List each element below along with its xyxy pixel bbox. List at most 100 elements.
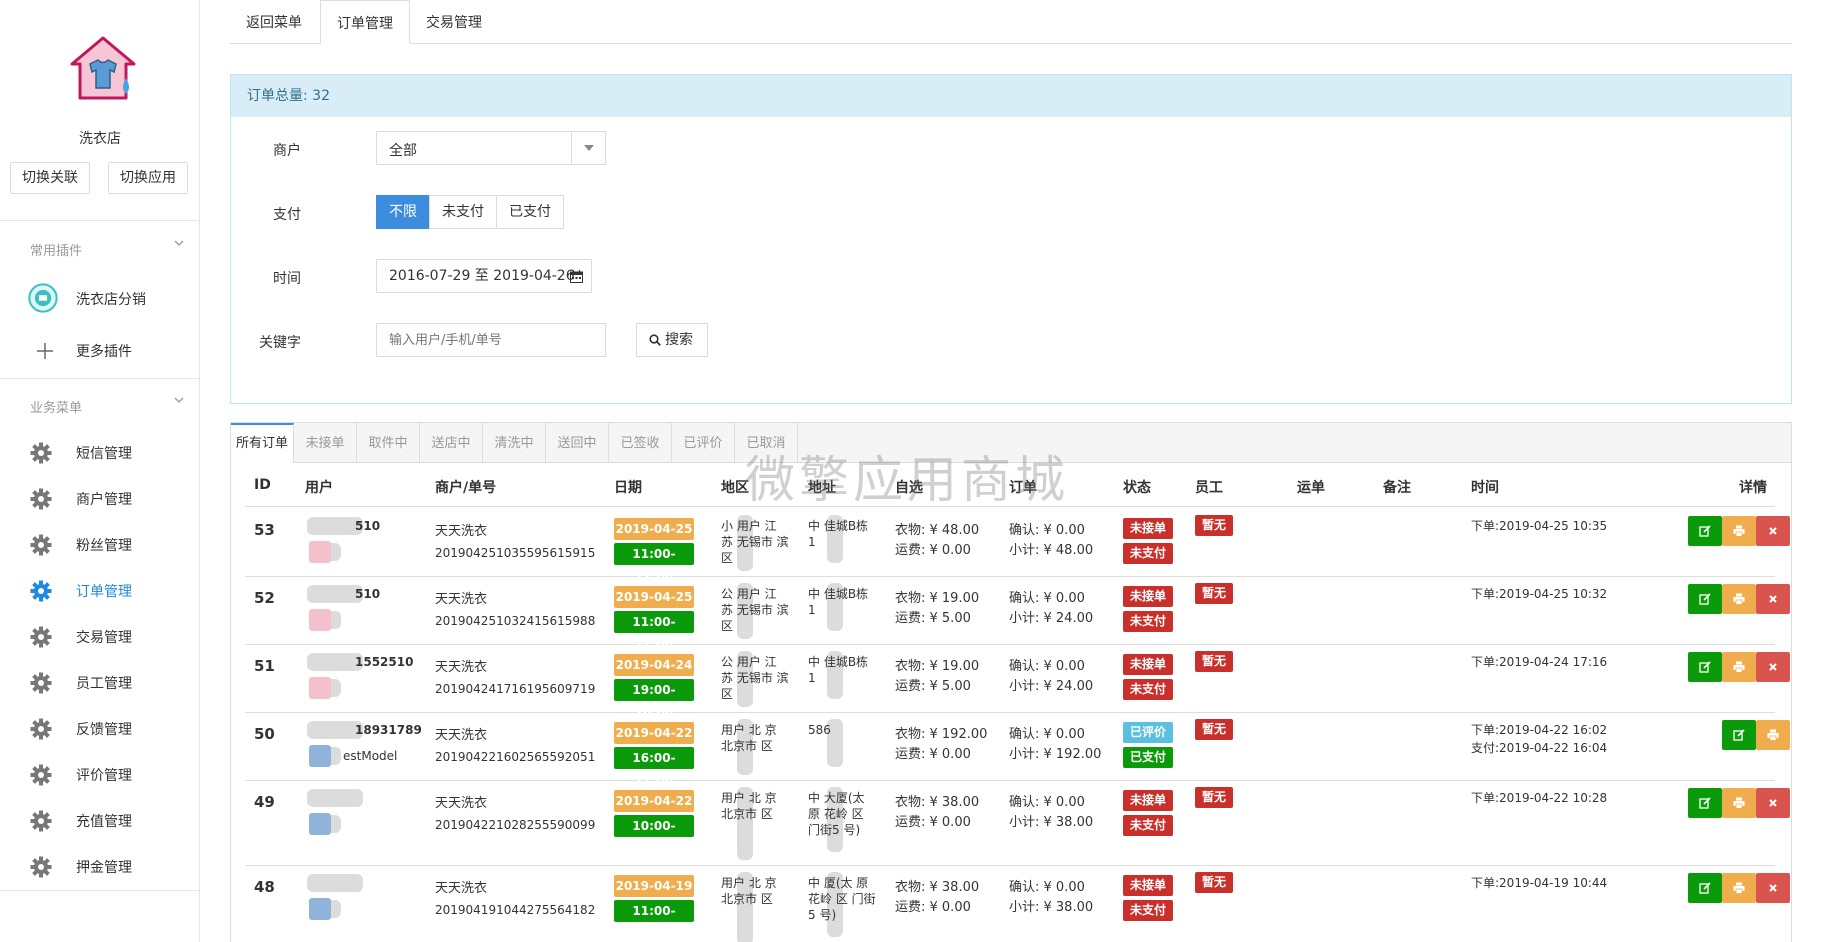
col-merchant: 商户/单号 xyxy=(435,480,497,496)
business-menu-title: 业务菜单 xyxy=(30,401,83,416)
merchant-select[interactable]: 全部 xyxy=(376,131,606,165)
staff-badge: 暂无 xyxy=(1195,515,1233,536)
gear-icon xyxy=(30,626,52,648)
col-remark: 备注 xyxy=(1383,480,1411,496)
date-range-picker[interactable]: 2016-07-29 至 2019-04-26 xyxy=(376,259,592,293)
user-phone: 1552510 xyxy=(355,655,414,669)
time-slot-badge: 16:00-17:00 xyxy=(614,747,694,787)
sidebar-item-3[interactable]: 订单管理 xyxy=(0,570,200,610)
table-row: 48 天天洗衣 201904191044275564182 2019-04-19 11:… xyxy=(245,866,1790,942)
plugin-label: 洗衣店分销 xyxy=(76,292,146,308)
order-region: 公 用户 江 苏 无锡市 滨区 xyxy=(721,587,789,633)
subtotal-amount: 小计: ¥ 24.00 xyxy=(1009,679,1094,694)
order-address: 中 佳城B栋 1 xyxy=(808,519,869,549)
gear-icon xyxy=(30,442,52,464)
order-number: 201904251035595615915 xyxy=(435,546,596,560)
search-button[interactable]: 搜索 xyxy=(636,323,708,357)
order-time: 下单:2019-04-22 16:02 xyxy=(1471,723,1608,737)
keyword-input[interactable] xyxy=(376,323,606,357)
sidebar-item-2[interactable]: 粉丝管理 xyxy=(0,524,200,564)
status-tab-0[interactable]: 所有订单 xyxy=(231,423,294,463)
edit-button[interactable] xyxy=(1688,516,1722,546)
privacy-blur xyxy=(307,874,363,892)
sidebar-item-9[interactable]: 押金管理 xyxy=(0,846,200,886)
merchant-value: 全部 xyxy=(389,143,417,159)
status-tab-8[interactable]: 已取消 xyxy=(735,423,798,463)
pay-option-all[interactable]: 不限 xyxy=(376,195,430,229)
delete-icon xyxy=(1769,884,1777,892)
privacy-blur xyxy=(307,789,363,807)
delete-button[interactable] xyxy=(1756,584,1790,614)
pay-option-paid[interactable]: 已支付 xyxy=(496,195,564,229)
sidebar-item-7[interactable]: 评价管理 xyxy=(0,754,200,794)
print-button[interactable] xyxy=(1722,584,1756,614)
tab-trade-management[interactable]: 交易管理 xyxy=(410,0,498,44)
calendar-icon xyxy=(570,270,583,283)
pay-status-badge: 未支付 xyxy=(1123,900,1173,921)
sidebar-item-0[interactable]: 短信管理 xyxy=(0,432,200,472)
status-tab-1[interactable]: 未接单 xyxy=(294,423,357,463)
edit-button[interactable] xyxy=(1688,584,1722,614)
delete-button[interactable] xyxy=(1756,873,1790,903)
sidebar-item-label: 充值管理 xyxy=(76,814,132,830)
delete-icon xyxy=(1769,595,1777,603)
col-staff: 员工 xyxy=(1195,480,1223,496)
search-label: 搜索 xyxy=(665,332,693,348)
time-slot-badge: 11:00-12:00 xyxy=(614,543,694,583)
status-tab-6[interactable]: 已签收 xyxy=(609,423,672,463)
plus-icon xyxy=(37,343,53,359)
sidebar-item-6[interactable]: 反馈管理 xyxy=(0,708,200,748)
pay-option-unpaid[interactable]: 未支付 xyxy=(429,195,497,229)
print-button[interactable] xyxy=(1722,873,1756,903)
plugin-item-distribution[interactable]: 洗衣店分销 xyxy=(0,278,200,318)
print-button[interactable] xyxy=(1722,516,1756,546)
order-number: 201904221602565592051 xyxy=(435,750,596,764)
delete-icon xyxy=(1769,663,1777,671)
edit-button[interactable] xyxy=(1688,652,1722,682)
chevron-down-icon[interactable] xyxy=(174,395,184,405)
edit-button[interactable] xyxy=(1688,873,1722,903)
sidebar-item-4[interactable]: 交易管理 xyxy=(0,616,200,656)
order-number: 201904241716195609719 xyxy=(435,682,596,696)
switch-app-button[interactable]: 切换应用 xyxy=(108,162,188,194)
order-total: 订单总量: 32 xyxy=(231,75,1791,117)
status-tab-2[interactable]: 取件中 xyxy=(357,423,420,463)
tab-back-menu[interactable]: 返回菜单 xyxy=(230,0,318,44)
time-slot-badge: 11:00-12:00 xyxy=(614,900,694,940)
edit-button[interactable] xyxy=(1688,788,1722,818)
time-slot-badge: 11:00-12:00 xyxy=(614,611,694,651)
plugin-item-more[interactable]: 更多插件 xyxy=(0,330,200,370)
switch-relation-button[interactable]: 切换关联 xyxy=(10,162,90,194)
delete-icon xyxy=(1769,527,1777,535)
table-row: 52 510 天天洗衣 201904251032415615988 2019-04-25… xyxy=(245,577,1790,651)
store-name: 洗衣店 xyxy=(79,131,121,147)
delete-button[interactable] xyxy=(1756,652,1790,682)
sidebar-item-1[interactable]: 商户管理 xyxy=(0,478,200,518)
delete-button[interactable] xyxy=(1756,788,1790,818)
status-tab-5[interactable]: 送回中 xyxy=(546,423,609,463)
dropdown-toggle[interactable] xyxy=(571,132,605,164)
common-plugins-title: 常用插件 xyxy=(30,244,83,259)
sidebar-item-label: 员工管理 xyxy=(76,676,132,692)
print-button[interactable] xyxy=(1722,788,1756,818)
confirm-amount: 确认: ¥ 0.00 xyxy=(1009,880,1085,895)
status-tab-7[interactable]: 已评价 xyxy=(672,423,735,463)
distribution-icon xyxy=(28,283,58,313)
print-icon xyxy=(1733,593,1745,605)
sidebar-item-5[interactable]: 员工管理 xyxy=(0,662,200,702)
edit-button[interactable] xyxy=(1722,720,1756,750)
status-tab-3[interactable]: 送店中 xyxy=(420,423,483,463)
status-tab-4[interactable]: 清洗中 xyxy=(483,423,546,463)
sidebar-item-8[interactable]: 充值管理 xyxy=(0,800,200,840)
orders-section: 所有订单 未接单 取件中 送店中 清洗中 送回中 已签收 已评价 已取消 ID 用户 商户/单号… xyxy=(230,422,1792,942)
print-button[interactable] xyxy=(1722,652,1756,682)
pay-status-badge: 未支付 xyxy=(1123,815,1173,836)
chevron-down-icon[interactable] xyxy=(174,238,184,248)
gear-icon xyxy=(30,810,52,832)
order-date-badge: 2019-04-25 xyxy=(614,586,694,608)
delete-button[interactable] xyxy=(1756,516,1790,546)
delete-icon xyxy=(1769,799,1777,807)
order-region: 小 用户 江 苏 无锡市 滨区 xyxy=(721,519,789,565)
print-button[interactable] xyxy=(1756,720,1790,750)
tab-order-management[interactable]: 订单管理 xyxy=(320,0,410,44)
